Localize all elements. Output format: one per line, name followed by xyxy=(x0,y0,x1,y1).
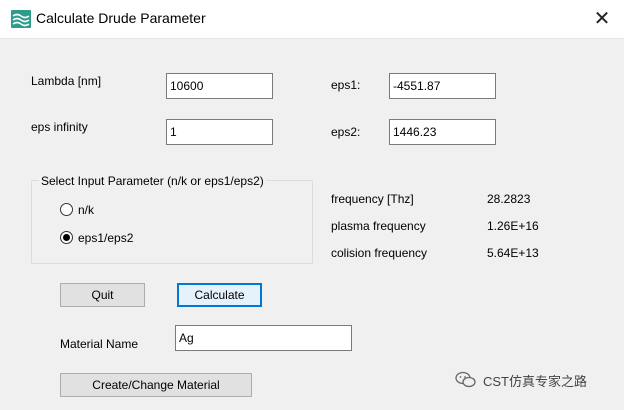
create-change-material-button[interactable]: Create/Change Material xyxy=(60,373,252,397)
app-icon xyxy=(11,10,31,28)
eps2-input[interactable]: 1446.23 xyxy=(389,119,496,145)
quit-button[interactable]: Quit xyxy=(60,283,145,307)
eps-infinity-input[interactable]: 1 xyxy=(166,119,273,145)
window-title: Calculate Drude Parameter xyxy=(36,10,206,26)
colision-frequency-value: 5.64E+13 xyxy=(487,246,539,260)
radio-nk-label[interactable]: n/k xyxy=(78,203,94,217)
material-name-label: Material Name xyxy=(60,337,139,351)
eps1-input[interactable]: -4551.87 xyxy=(389,73,496,99)
group-caption: Select Input Parameter (n/k or eps1/eps2… xyxy=(39,174,266,188)
eps1-label: eps1: xyxy=(331,78,361,92)
colision-frequency-label: colision frequency xyxy=(331,246,428,260)
title-bar: Calculate Drude Parameter ✕ xyxy=(0,0,624,38)
plasma-frequency-value: 1.26E+16 xyxy=(487,219,539,233)
eps-infinity-label: eps infinity xyxy=(31,120,88,134)
radio-eps1-eps2-label[interactable]: eps1/eps2 xyxy=(78,231,133,245)
radio-eps1-eps2[interactable] xyxy=(60,231,73,244)
radio-selected-dot xyxy=(63,234,70,241)
close-icon[interactable]: ✕ xyxy=(584,4,620,34)
frequency-value: 28.2823 xyxy=(487,192,531,206)
input-parameter-group xyxy=(31,180,313,264)
lambda-input[interactable]: 10600 xyxy=(166,73,273,99)
eps2-label: eps2: xyxy=(331,125,361,139)
calculate-button[interactable]: Calculate xyxy=(177,283,262,307)
plasma-frequency-label: plasma frequency xyxy=(331,219,426,233)
watermark-text: CST仿真专家之路 xyxy=(483,374,588,389)
frequency-label: frequency [Thz] xyxy=(331,192,414,206)
material-name-input[interactable]: Ag xyxy=(175,325,352,351)
lambda-label: Lambda [nm] xyxy=(31,74,102,88)
radio-nk[interactable] xyxy=(60,203,73,216)
wechat-icon xyxy=(455,371,476,388)
